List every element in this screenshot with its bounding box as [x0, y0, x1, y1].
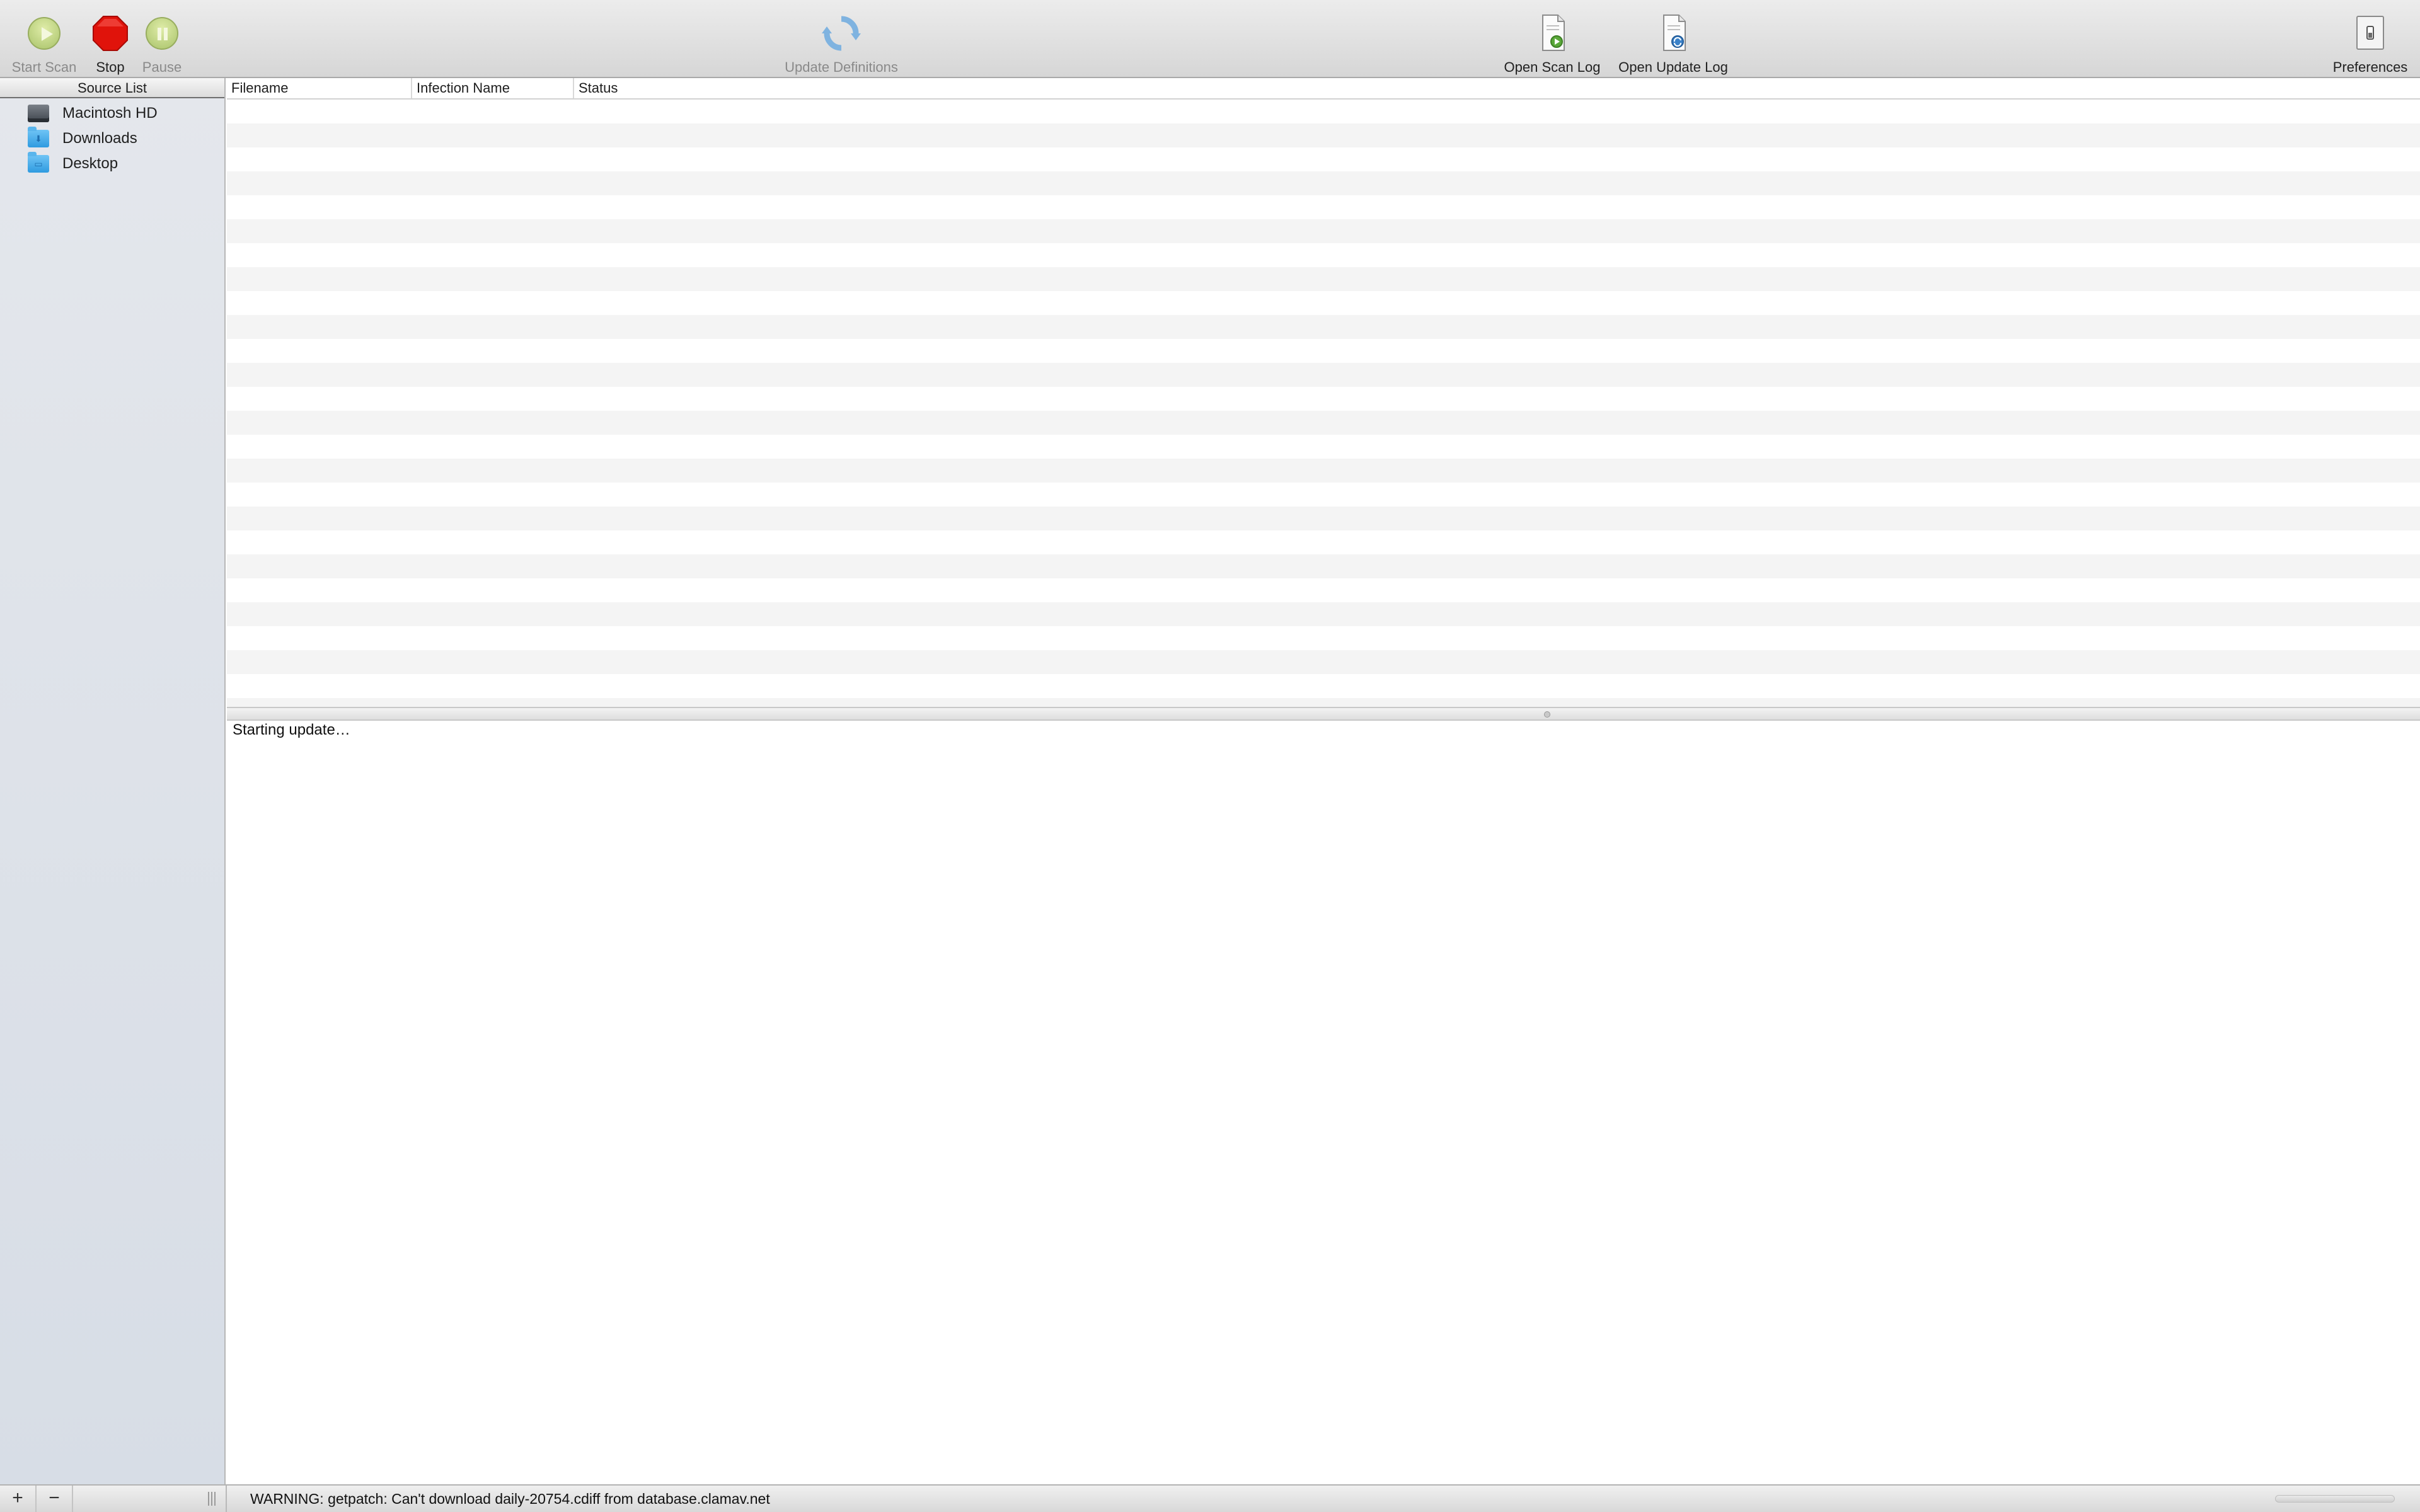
- stop-button[interactable]: Stop: [88, 0, 132, 78]
- results-table: Filename Infection Name Status: [227, 78, 2420, 707]
- remove-source-button[interactable]: −: [37, 1486, 73, 1512]
- bottom-bar-divider: [226, 1486, 227, 1512]
- start-scan-label: Start Scan: [11, 59, 77, 75]
- table-header: Filename Infection Name Status: [227, 78, 2420, 100]
- source-item-downloads[interactable]: ⬇ Downloads: [0, 126, 224, 151]
- open-update-log-label: Open Update Log: [1618, 59, 1728, 75]
- preferences-button[interactable]: Preferences: [2328, 0, 2412, 78]
- bottom-status-bar: + − WARNING: getpatch: Can't download da…: [0, 1484, 2420, 1512]
- source-item-label: Desktop: [62, 155, 118, 172]
- toolbar: Start Scan Stop Pause Update Definitions: [0, 0, 2420, 78]
- preferences-switch-icon: [2348, 11, 2392, 55]
- pause-button[interactable]: Pause: [140, 0, 184, 78]
- source-list-sidebar: Source List Macintosh HD ⬇ Downloads ▭ D…: [0, 78, 226, 1484]
- column-header-status[interactable]: Status: [574, 78, 2420, 98]
- column-header-filename[interactable]: Filename: [227, 78, 412, 98]
- source-item-label: Downloads: [62, 130, 137, 147]
- open-update-log-button[interactable]: Open Update Log: [1613, 0, 1733, 78]
- divider-handle-icon[interactable]: [1544, 711, 1550, 718]
- source-item-macintosh-hd[interactable]: Macintosh HD: [0, 101, 224, 126]
- progress-bar: [2275, 1495, 2395, 1503]
- pause-label: Pause: [142, 59, 182, 75]
- update-log-document-icon: [1651, 11, 1695, 55]
- stop-icon: [88, 11, 132, 55]
- add-source-button[interactable]: +: [0, 1486, 37, 1512]
- play-icon: [22, 11, 66, 55]
- log-text: Starting update…: [233, 721, 350, 738]
- column-header-infection-name[interactable]: Infection Name: [412, 78, 574, 98]
- stop-label: Stop: [96, 59, 125, 75]
- source-item-desktop[interactable]: ▭ Desktop: [0, 151, 224, 176]
- open-scan-log-button[interactable]: Open Scan Log: [1500, 0, 1605, 78]
- refresh-icon: [819, 11, 863, 55]
- sidebar-resize-handle-icon[interactable]: [208, 1492, 217, 1506]
- source-list-header: Source List: [0, 78, 224, 98]
- start-scan-button[interactable]: Start Scan: [9, 0, 79, 78]
- hard-drive-icon: [28, 105, 49, 122]
- update-definitions-label: Update Definitions: [785, 59, 898, 75]
- preferences-label: Preferences: [2332, 59, 2408, 75]
- desktop-folder-icon: ▭: [28, 152, 49, 173]
- update-definitions-button[interactable]: Update Definitions: [775, 0, 908, 78]
- split-view-divider[interactable]: [227, 707, 2420, 721]
- pause-icon: [140, 11, 184, 55]
- open-scan-log-label: Open Scan Log: [1504, 59, 1601, 75]
- table-body[interactable]: [227, 100, 2420, 707]
- status-message: WARNING: getpatch: Can't download daily-…: [250, 1491, 770, 1507]
- update-log-view[interactable]: Starting update…: [227, 721, 2420, 1484]
- scan-log-document-icon: [1530, 11, 1574, 55]
- downloads-folder-icon: ⬇: [28, 127, 49, 147]
- source-item-label: Macintosh HD: [62, 105, 158, 122]
